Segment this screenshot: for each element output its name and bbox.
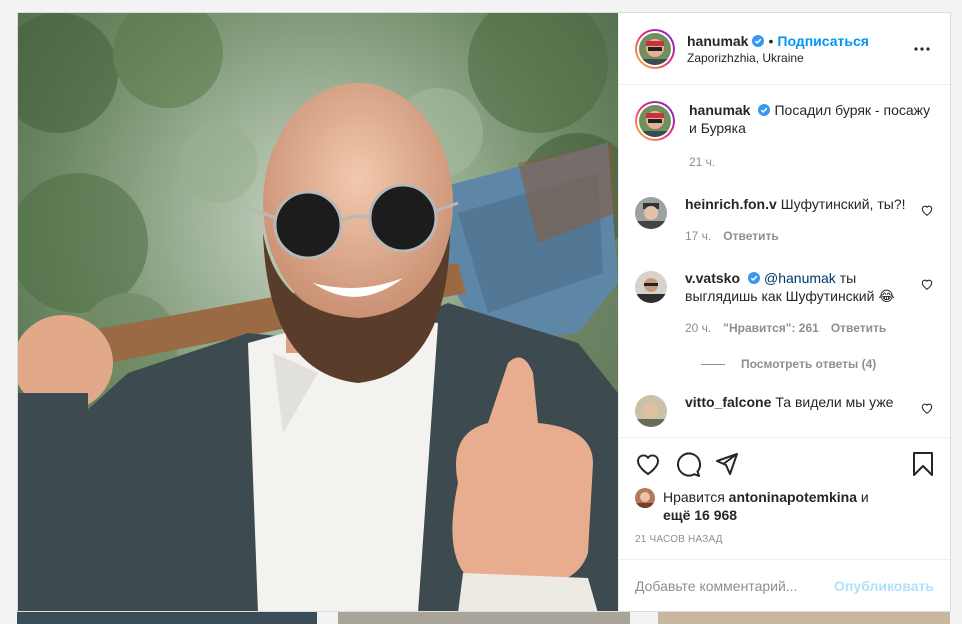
like-comment-heart-icon[interactable] (920, 401, 934, 415)
grid-thumbnail[interactable] (338, 612, 630, 624)
comment-item: heinrich.fon.v Шуфутинский, ты?! 17 ч. От… (635, 195, 934, 245)
comment-text: Шуфутинский, ты?! (780, 196, 906, 212)
comment-avatar-image (635, 395, 667, 427)
caption-avatar[interactable] (635, 101, 675, 141)
author-avatar-image (639, 32, 671, 65)
comment-avatar[interactable] (635, 197, 667, 229)
add-comment-input[interactable] (635, 577, 835, 594)
more-options-icon[interactable] (910, 37, 934, 61)
verified-badge-icon (752, 34, 765, 47)
post-caption: hanumak Посадил буряк - посажу и Буряка 2… (635, 101, 934, 171)
comment-bubble-icon[interactable] (675, 444, 715, 484)
comment-time[interactable]: 17 ч. (685, 227, 711, 245)
like-heart-icon[interactable] (635, 444, 675, 484)
post-modal: hanumak • Подписаться Zaporizhzhia, Ukra… (17, 12, 951, 612)
comment-item: vitto_falcone Та видели мы уже (635, 393, 934, 427)
post-sidebar: hanumak • Подписаться Zaporizhzhia, Ukra… (618, 13, 950, 611)
verified-badge-icon (758, 104, 771, 116)
comment-avatar-image (635, 271, 667, 303)
post-photo[interactable] (18, 13, 618, 611)
likes-connector: и (860, 489, 869, 505)
comment-avatar[interactable] (635, 395, 667, 427)
post-actions: Нравится antoninapotemkina и ещё 16 968 … (619, 437, 950, 559)
save-bookmark-icon[interactable] (894, 444, 934, 484)
caption-avatar-image (639, 105, 671, 137)
like-comment-heart-icon[interactable] (920, 203, 934, 217)
comment-text: Та видели мы уже (775, 394, 894, 410)
publish-button[interactable]: Опубликовать (834, 578, 934, 594)
comment-item: v.vatsko @hanumak ты выглядишь как Шуфути… (635, 269, 934, 337)
post-photo-image (18, 13, 618, 611)
comments-list[interactable]: hanumak Посадил буряк - посажу и Буряка 2… (619, 85, 950, 437)
comment-avatar-image (635, 197, 667, 229)
likes-prefix: Нравится (663, 489, 725, 505)
comment-username[interactable]: heinrich.fon.v (685, 196, 777, 212)
likes-summary: Нравится antoninapotemkina и ещё 16 968 (635, 488, 934, 524)
grid-thumbnail[interactable] (17, 612, 317, 624)
view-replies-line (701, 363, 725, 365)
comment-avatar[interactable] (635, 271, 667, 303)
post-location[interactable]: Zaporizhzhia, Ukraine (687, 51, 910, 65)
view-replies-button[interactable]: Посмотреть ответы (4) (701, 357, 934, 371)
reply-button[interactable]: Ответить (723, 227, 778, 245)
follow-button[interactable]: Подписаться (777, 33, 869, 49)
liker-avatar[interactable] (635, 488, 655, 508)
share-paper-plane-icon[interactable] (715, 444, 755, 484)
liker-avatar-image (635, 488, 655, 508)
liker-username[interactable]: antoninapotemkina (729, 489, 857, 505)
author-avatar[interactable] (635, 28, 675, 69)
laughing-emoji: 😂 (878, 288, 895, 304)
comment-username[interactable]: v.vatsko (685, 270, 740, 286)
post-header: hanumak • Подписаться Zaporizhzhia, Ukra… (619, 13, 950, 85)
add-comment-form: Опубликовать (619, 559, 950, 611)
view-replies-label: Посмотреть ответы (4) (741, 357, 877, 371)
reply-button[interactable]: Ответить (831, 319, 886, 337)
comment-username[interactable]: vitto_falcone (685, 394, 771, 410)
like-comment-heart-icon[interactable] (920, 277, 934, 291)
verified-badge-icon (748, 272, 760, 284)
author-username[interactable]: hanumak (687, 33, 748, 49)
caption-time[interactable]: 21 ч. (689, 153, 715, 171)
likes-count-link[interactable]: ещё 16 968 (663, 507, 737, 523)
post-timestamp[interactable]: 21 ЧАСОВ НАЗАД (635, 534, 934, 545)
comment-likes-count[interactable]: "Нравится": 261 (723, 319, 819, 337)
comment-mention-link[interactable]: @hanumak (764, 270, 836, 286)
comment-time[interactable]: 20 ч. (685, 319, 711, 337)
grid-thumbnail[interactable] (658, 612, 950, 624)
caption-username[interactable]: hanumak (689, 102, 750, 118)
separator-dot: • (768, 32, 774, 49)
